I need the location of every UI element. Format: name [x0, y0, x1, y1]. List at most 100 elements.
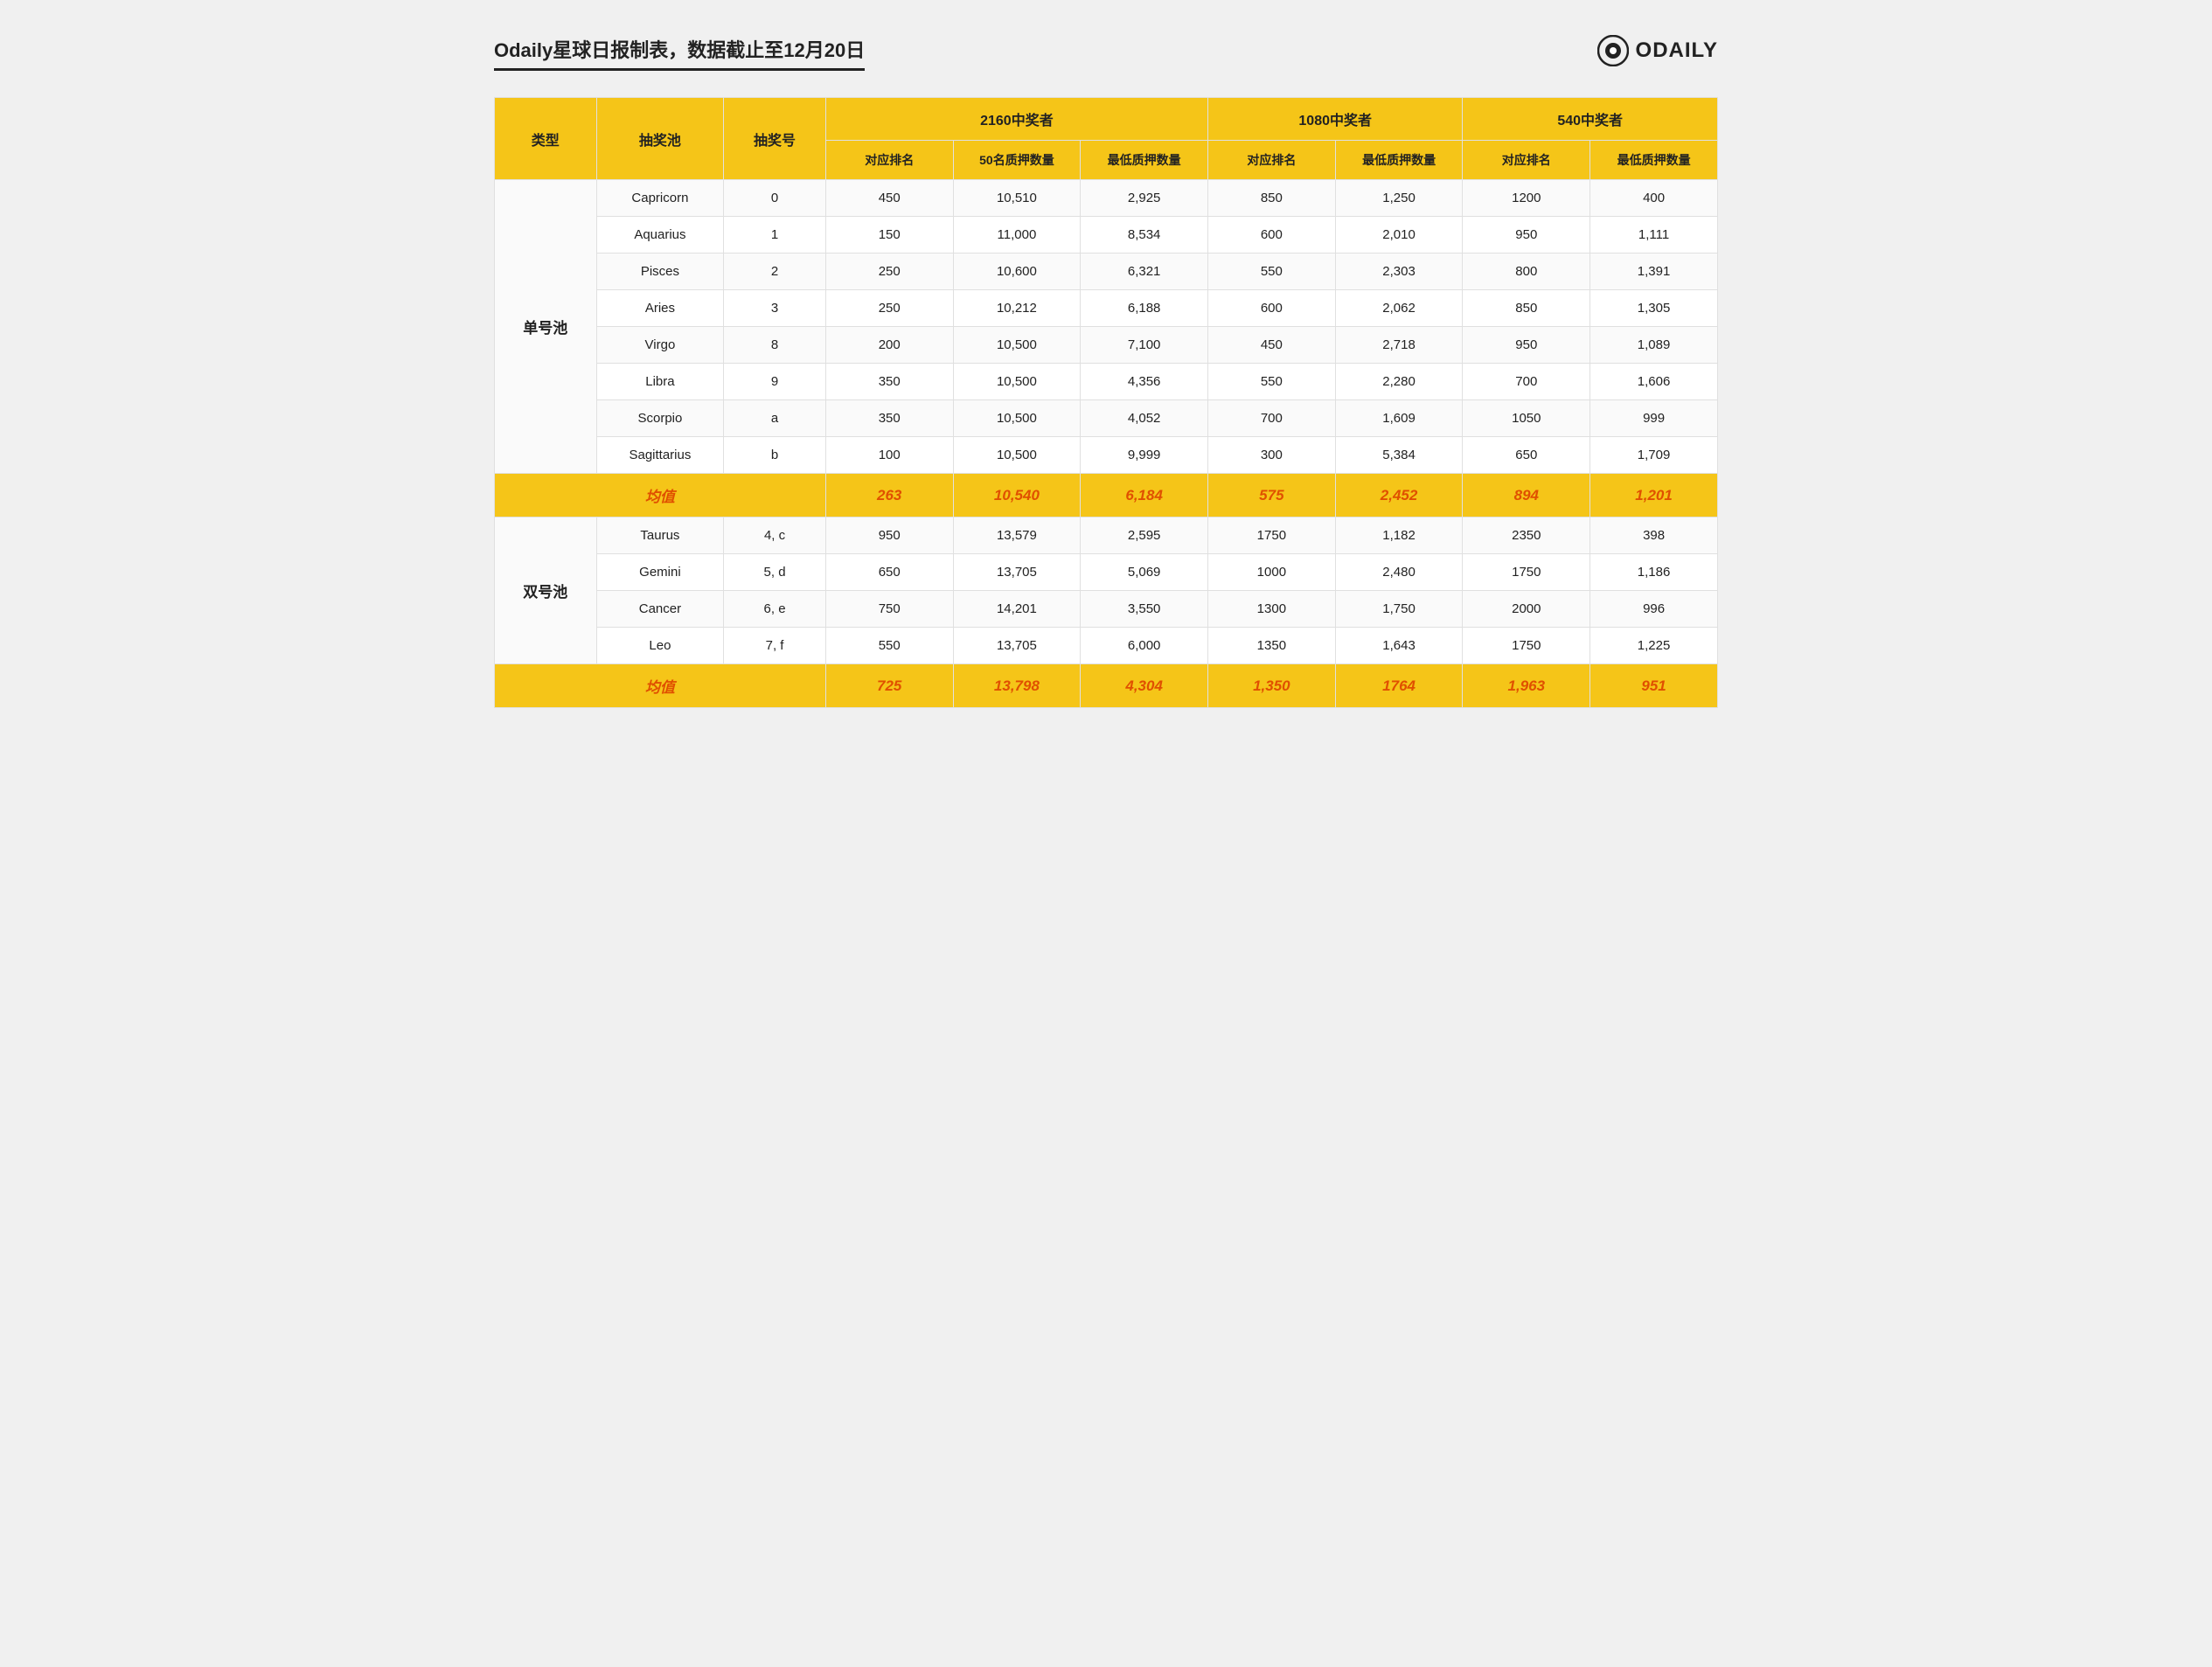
- table-cell: 1,186: [1590, 554, 1718, 591]
- header: Odaily星球日报制表，数据截止至12月20日 ODAILY: [494, 35, 1718, 71]
- avg-label-single: 均值: [495, 474, 826, 517]
- table-cell: 1,182: [1335, 517, 1463, 554]
- table-cell: 10,212: [953, 290, 1081, 327]
- table-cell: 800: [1463, 254, 1590, 290]
- table-cell: 6, e: [724, 591, 826, 628]
- table-cell: 5, d: [724, 554, 826, 591]
- table-cell: 1,305: [1590, 290, 1718, 327]
- table-cell: 750: [825, 591, 953, 628]
- table-cell: 2000: [1463, 591, 1590, 628]
- table-cell: 7, f: [724, 628, 826, 664]
- table-cell: 0: [724, 180, 826, 217]
- table-cell: 6,000: [1081, 628, 1208, 664]
- table-cell: Capricorn: [596, 180, 724, 217]
- table-cell: 10,500: [953, 327, 1081, 364]
- avg-row-single: 均值26310,5406,1845752,4528941,201: [495, 474, 1718, 517]
- avg-value: 1,201: [1590, 474, 1718, 517]
- table-cell: Aries: [596, 290, 724, 327]
- table-cell: 10,600: [953, 254, 1081, 290]
- table-cell: 7,100: [1081, 327, 1208, 364]
- table-cell: Cancer: [596, 591, 724, 628]
- table-cell: Pisces: [596, 254, 724, 290]
- table-row: Virgo820010,5007,1004502,7189501,089: [495, 327, 1718, 364]
- table-cell: 400: [1590, 180, 1718, 217]
- table-cell: 1,391: [1590, 254, 1718, 290]
- table-cell: 13,705: [953, 554, 1081, 591]
- table-cell: 2,280: [1335, 364, 1463, 400]
- odaily-logo-icon: [1597, 35, 1629, 66]
- table-cell: Taurus: [596, 517, 724, 554]
- avg-value: 725: [825, 664, 953, 708]
- category-single: 单号池: [495, 180, 597, 474]
- table-row: 单号池Capricorn045010,5102,9258501,25012004…: [495, 180, 1718, 217]
- table-row: Cancer6, e75014,2013,55013001,7502000996: [495, 591, 1718, 628]
- table-cell: 8,534: [1081, 217, 1208, 254]
- sub-min-540: 最低质押数量: [1590, 141, 1718, 180]
- table-cell: 398: [1590, 517, 1718, 554]
- table-cell: 350: [825, 364, 953, 400]
- header-underline: [494, 68, 865, 71]
- table-cell: 2,480: [1335, 554, 1463, 591]
- table-cell: 6,188: [1081, 290, 1208, 327]
- table-cell: 1750: [1463, 628, 1590, 664]
- table-cell: 1,606: [1590, 364, 1718, 400]
- table-cell: 2,303: [1335, 254, 1463, 290]
- avg-value: 4,304: [1081, 664, 1208, 708]
- avg-value: 13,798: [953, 664, 1081, 708]
- main-table: 类型 抽奖池 抽奖号 2160中奖者 1080中奖者 540中奖者 对应排名 5…: [494, 97, 1718, 708]
- sub-rank-2160: 对应排名: [825, 141, 953, 180]
- table-cell: 2,925: [1081, 180, 1208, 217]
- table-cell: 700: [1208, 400, 1336, 437]
- table-cell: 8: [724, 327, 826, 364]
- table-cell: 1750: [1463, 554, 1590, 591]
- table-cell: 10,500: [953, 437, 1081, 474]
- table-cell: 1,250: [1335, 180, 1463, 217]
- header-title-block: Odaily星球日报制表，数据截止至12月20日: [494, 35, 865, 71]
- page-wrapper: Odaily星球日报制表，数据截止至12月20日 ODAILY 类型 抽奖池 抽…: [494, 35, 1718, 708]
- table-cell: Aquarius: [596, 217, 724, 254]
- table-cell: 200: [825, 327, 953, 364]
- table-cell: 1,225: [1590, 628, 1718, 664]
- table-cell: 10,510: [953, 180, 1081, 217]
- table-cell: 650: [1463, 437, 1590, 474]
- col-number: 抽奖号: [724, 98, 826, 180]
- table-cell: 996: [1590, 591, 1718, 628]
- table-cell: 1750: [1208, 517, 1336, 554]
- table-cell: 13,579: [953, 517, 1081, 554]
- table-row: Pisces225010,6006,3215502,3038001,391: [495, 254, 1718, 290]
- table-cell: 13,705: [953, 628, 1081, 664]
- table-cell: 1050: [1463, 400, 1590, 437]
- table-cell: 3: [724, 290, 826, 327]
- table-cell: 4, c: [724, 517, 826, 554]
- table-cell: Libra: [596, 364, 724, 400]
- page-title: Odaily星球日报制表，数据截止至12月20日: [494, 35, 865, 63]
- table-cell: 2,595: [1081, 517, 1208, 554]
- col-type: 类型: [495, 98, 597, 180]
- table-cell: 850: [1463, 290, 1590, 327]
- table-cell: 5,069: [1081, 554, 1208, 591]
- table-cell: 5,384: [1335, 437, 1463, 474]
- table-cell: 1200: [1463, 180, 1590, 217]
- table-cell: 10,500: [953, 364, 1081, 400]
- table-cell: 2,010: [1335, 217, 1463, 254]
- table-cell: 6,321: [1081, 254, 1208, 290]
- avg-label-double: 均值: [495, 664, 826, 708]
- avg-value: 1,963: [1463, 664, 1590, 708]
- table-cell: 9,999: [1081, 437, 1208, 474]
- category-double: 双号池: [495, 517, 597, 664]
- table-row: Scorpioa35010,5004,0527001,6091050999: [495, 400, 1718, 437]
- table-cell: 1,750: [1335, 591, 1463, 628]
- table-row: Sagittariusb10010,5009,9993005,3846501,7…: [495, 437, 1718, 474]
- avg-value: 1,350: [1208, 664, 1336, 708]
- table-cell: 950: [825, 517, 953, 554]
- table-cell: Gemini: [596, 554, 724, 591]
- sub-top50-2160: 50名质押数量: [953, 141, 1081, 180]
- table-cell: 1: [724, 217, 826, 254]
- table-cell: Sagittarius: [596, 437, 724, 474]
- table-cell: 2: [724, 254, 826, 290]
- table-cell: 650: [825, 554, 953, 591]
- table-cell: 1350: [1208, 628, 1336, 664]
- table-cell: 250: [825, 290, 953, 327]
- table-cell: 150: [825, 217, 953, 254]
- table-cell: 3,550: [1081, 591, 1208, 628]
